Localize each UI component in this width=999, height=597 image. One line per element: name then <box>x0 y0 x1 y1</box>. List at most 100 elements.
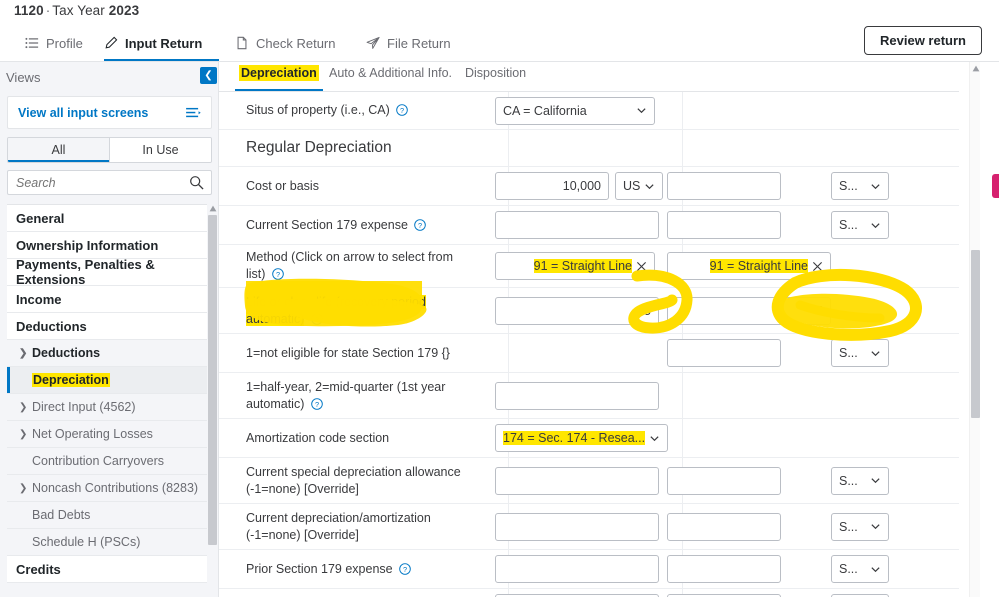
chevron-down-icon <box>650 435 659 441</box>
scroll-up-arrow-icon[interactable] <box>209 205 217 212</box>
sidebar-item-label: Income <box>16 291 62 307</box>
search-input[interactable] <box>14 171 179 194</box>
search-box <box>7 170 212 195</box>
tab-check-return[interactable]: Check Return <box>235 26 340 62</box>
field-cell-state <box>655 555 831 583</box>
current-special-depreciation-allowance-state-input[interactable] <box>667 466 781 495</box>
field-cell-federal <box>481 381 659 410</box>
segment-all[interactable]: All <box>8 138 109 162</box>
prior-section-179-expense-state-input[interactable] <box>667 555 781 583</box>
sidebar-item-schedule-h-pscs[interactable]: Schedule H (PSCs) <box>7 529 212 556</box>
view-all-label: View all input screens <box>18 105 149 120</box>
field-cell-federal: 174 = Sec. 174 - Resea... <box>481 424 669 452</box>
table-row <box>219 589 959 597</box>
sidebar-item-direct-input-4562[interactable]: ❯ Direct Input (4562) <box>7 394 212 421</box>
cost-or-basis-state-input[interactable] <box>667 172 781 200</box>
tab-file-return[interactable]: File Return <box>366 26 454 62</box>
sidebar-item-contribution-carryovers[interactable]: Contribution Carryovers <box>7 448 212 475</box>
current-special-depreciation-allowance-input[interactable] <box>495 466 659 495</box>
primary-tab-bar: Profile Input Return Check Return File R… <box>0 26 860 62</box>
sidebar-item-payments-penalties-extensions[interactable]: Payments, Penalties & Extensions <box>7 257 212 287</box>
sidebar-item-deductions-group[interactable]: Deductions <box>7 313 212 340</box>
method-federal-field[interactable]: 91 = Straight Line <box>495 252 655 280</box>
prior-section-179-expense-input[interactable] <box>495 555 659 583</box>
review-return-button[interactable]: Review return <box>864 26 982 55</box>
current-section-179-expense-state-input[interactable] <box>667 211 781 239</box>
main-scrollbar-thumb[interactable] <box>971 250 980 418</box>
life-or-class-life-input[interactable] <box>495 296 659 325</box>
sidebar-item-credits[interactable]: Credits <box>7 556 212 583</box>
sidebar-scrollbar-thumb[interactable] <box>208 215 217 545</box>
prior-section-179-expense-state-unit-select[interactable]: S... <box>831 555 889 583</box>
field-label: Situs of property (i.e., CA) ? <box>219 102 481 119</box>
field-label: Current depreciation/amortization (-1=no… <box>219 510 481 544</box>
tab-check-return-label: Check Return <box>256 35 336 51</box>
main-scrollbar[interactable] <box>969 62 980 597</box>
help-icon[interactable]: ? <box>396 104 409 116</box>
sidebar-item-ownership-information[interactable]: Ownership Information <box>7 232 212 259</box>
scroll-up-arrow-icon[interactable] <box>972 65 980 72</box>
field-label: Current special depreciation allowance (… <box>219 464 481 498</box>
sidebar-scrollbar[interactable] <box>207 204 218 597</box>
field-label-text: 1=half-year, 2=mid-quarter (1st year aut… <box>246 379 446 411</box>
subtab-disposition[interactable]: Disposition <box>465 66 526 92</box>
breadcrumb-tax-year-label: Tax Year <box>52 3 105 18</box>
table-row: Cost or basis US S... <box>219 167 959 206</box>
table-row: Situs of property (i.e., CA) ? CA = Cali… <box>219 92 959 130</box>
sidebar-item-depreciation[interactable]: Depreciation <box>7 367 212 394</box>
input-screens-nav-list: General Ownership Information Payments, … <box>7 204 212 597</box>
sidebar-item-bad-debts[interactable]: Bad Debts <box>7 502 212 529</box>
field-cell-state-unit: S... <box>831 172 951 200</box>
sidebar-item-label: Noncash Contributions (8283) <box>32 481 199 495</box>
help-icon[interactable]: ? <box>272 268 284 280</box>
sidebar-item-label: Depreciation <box>32 373 110 387</box>
cost-or-basis-input[interactable] <box>495 172 609 200</box>
method-state-field[interactable]: 91 = Straight Line <box>667 252 831 280</box>
form-rows-container: Situs of property (i.e., CA) ? CA = Cali… <box>219 92 959 597</box>
field-label: Amortization code section <box>219 430 481 447</box>
field-label: 1=not eligible for state Section 179 {} <box>219 345 481 362</box>
situs-of-property-select[interactable]: CA = California <box>495 96 655 125</box>
subtab-auto-additional-info[interactable]: Auto & Additional Info. <box>329 66 452 92</box>
field-label-text: Amortization code section <box>246 430 390 445</box>
help-icon[interactable]: ? <box>414 218 427 231</box>
current-section-179-expense-input[interactable] <box>495 211 659 239</box>
segment-in-use[interactable]: In Use <box>109 138 211 162</box>
current-section-179-expense-state-unit-select[interactable]: S... <box>831 211 889 239</box>
help-icon[interactable]: ? <box>399 562 411 575</box>
current-special-depreciation-allowance-state-unit-select[interactable]: S... <box>831 466 889 495</box>
help-icon[interactable]: ? <box>311 312 323 325</box>
tab-input-return[interactable]: Input Return <box>104 26 219 62</box>
half-year-mid-quarter-input[interactable] <box>495 381 659 410</box>
current-depreciation-amortization-state-input[interactable] <box>667 512 781 541</box>
close-icon[interactable] <box>636 261 647 272</box>
not-eligible-state-179-unit-select[interactable]: S... <box>831 339 889 367</box>
view-all-input-screens-button[interactable]: View all input screens <box>7 96 212 129</box>
sidebar-item-noncash-contributions-8283[interactable]: ❯ Noncash Contributions (8283) <box>7 475 212 502</box>
chevron-down-icon <box>645 183 654 189</box>
sidebar-item-income[interactable]: Income <box>7 286 212 313</box>
sidebar-item-net-operating-losses[interactable]: ❯ Net Operating Losses <box>7 421 212 448</box>
life-or-class-life-state-input[interactable] <box>667 296 831 325</box>
cost-or-basis-unit-value: US <box>623 179 641 193</box>
tab-profile[interactable]: Profile <box>25 26 93 62</box>
subtab-depreciation[interactable]: Depreciation <box>235 65 323 92</box>
cost-or-basis-state-unit-select[interactable]: S... <box>831 172 889 200</box>
breadcrumb-form-number: 1120 <box>14 3 44 18</box>
chevron-left-icon[interactable]: ❮ <box>200 67 217 84</box>
not-eligible-state-179-input[interactable] <box>667 339 781 367</box>
close-icon[interactable] <box>812 261 823 272</box>
search-icon[interactable] <box>189 175 204 190</box>
field-cell-federal: CA = California <box>481 96 655 125</box>
feedback-tab[interactable] <box>992 174 999 198</box>
field-label: Cost or basis <box>219 178 481 195</box>
current-depreciation-amortization-state-unit-select[interactable]: S... <box>831 512 889 541</box>
current-depreciation-amortization-input[interactable] <box>495 512 659 541</box>
help-icon[interactable]: ? <box>311 397 323 410</box>
views-header-row: Views ❮ <box>0 62 219 96</box>
sidebar-item-deductions[interactable]: ❯ Deductions <box>7 340 212 367</box>
sidebar-item-general[interactable]: General <box>7 205 212 232</box>
views-label: Views <box>6 70 41 85</box>
amortization-code-section-select[interactable]: 174 = Sec. 174 - Resea... <box>495 424 669 452</box>
method-state-value-text: 91 = Straight Line <box>709 259 808 273</box>
